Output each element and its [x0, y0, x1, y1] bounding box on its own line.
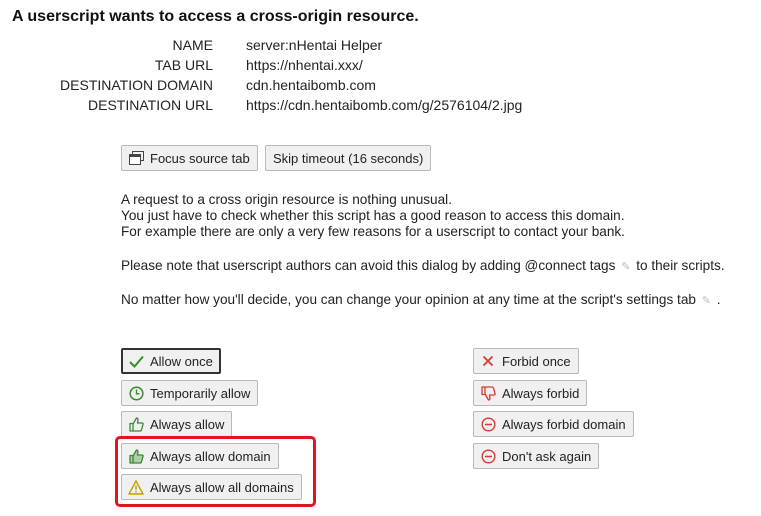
- info-value: https://cdn.hentaibomb.com/g/2576104/2.j…: [246, 97, 523, 113]
- info-text-line: A request to a cross origin resource is …: [121, 192, 452, 207]
- dont-ask-again-label: Don't ask again: [502, 448, 592, 464]
- dialog-title: A userscript wants to access a cross-ori…: [12, 8, 419, 25]
- info-row-tab-url: TAB URL https://nhentai.xxx/: [0, 57, 761, 77]
- checkmark-icon: [128, 353, 144, 369]
- info-label: DESTINATION DOMAIN: [60, 77, 213, 93]
- focus-source-tab-button[interactable]: Focus source tab: [121, 145, 258, 171]
- dont-ask-again-button[interactable]: Don't ask again: [473, 443, 600, 469]
- no-entry-icon: [480, 416, 496, 432]
- forbid-once-button[interactable]: Forbid once: [473, 348, 579, 374]
- info-row-destination-url: DESTINATION URL https://cdn.hentaibomb.c…: [0, 97, 761, 117]
- thumbs-down-icon: [480, 385, 496, 401]
- thumbs-up-icon: [128, 416, 144, 432]
- always-allow-all-domains-button[interactable]: Always allow all domains: [121, 474, 302, 500]
- skip-timeout-button[interactable]: Skip timeout (16 seconds): [265, 145, 432, 171]
- settings-note-text: No matter how you'll decide, you can cha…: [121, 292, 696, 307]
- connect-tags-note: Please note that userscript authors can …: [121, 258, 725, 275]
- connect-note-text-end: to their scripts.: [636, 258, 725, 273]
- temporarily-allow-label: Temporarily allow: [150, 385, 251, 401]
- info-row-name: NAME server:nHentai Helper: [0, 37, 761, 57]
- always-allow-all-domains-label: Always allow all domains: [150, 479, 294, 495]
- always-forbid-button[interactable]: Always forbid: [473, 380, 588, 406]
- forbid-once-label: Forbid once: [502, 353, 571, 369]
- edit-link-icon[interactable]: ✎: [621, 259, 630, 275]
- temporarily-allow-button[interactable]: Temporarily allow: [121, 380, 259, 406]
- clock-icon: [128, 385, 144, 401]
- thumbs-up-icon: [128, 448, 144, 464]
- always-forbid-label: Always forbid: [502, 385, 580, 401]
- allow-once-label: Allow once: [150, 353, 213, 369]
- info-label: TAB URL: [154, 57, 213, 73]
- info-value: cdn.hentaibomb.com: [246, 77, 376, 93]
- skip-timeout-label: Skip timeout (16 seconds): [273, 150, 424, 166]
- warning-icon: [128, 479, 144, 495]
- info-value: server:nHentai Helper: [246, 37, 383, 53]
- edit-link-icon[interactable]: ✎: [702, 293, 711, 309]
- info-row-destination-domain: DESTINATION DOMAIN cdn.hentaibomb.com: [0, 77, 761, 97]
- always-forbid-domain-label: Always forbid domain: [502, 416, 626, 432]
- no-entry-icon: [480, 448, 496, 464]
- settings-note: No matter how you'll decide, you can cha…: [121, 292, 721, 309]
- info-text-line: For example there are only a very few re…: [121, 224, 625, 239]
- connect-note-text: Please note that userscript authors can …: [121, 258, 616, 273]
- info-label: DESTINATION URL: [88, 97, 213, 113]
- info-text-line: You just have to check whether this scri…: [121, 208, 625, 223]
- settings-note-text-end: .: [716, 292, 721, 307]
- always-allow-button[interactable]: Always allow: [121, 411, 233, 437]
- always-allow-domain-label: Always allow domain: [150, 448, 271, 464]
- info-value: https://nhentai.xxx/: [246, 57, 363, 73]
- always-allow-domain-button[interactable]: Always allow domain: [121, 443, 279, 469]
- window-icon: [128, 150, 144, 166]
- always-allow-label: Always allow: [150, 416, 225, 432]
- focus-source-tab-label: Focus source tab: [150, 150, 250, 166]
- info-label: NAME: [172, 37, 213, 53]
- cross-icon: [480, 353, 496, 369]
- allow-once-button[interactable]: Allow once: [121, 348, 221, 374]
- always-forbid-domain-button[interactable]: Always forbid domain: [473, 411, 634, 437]
